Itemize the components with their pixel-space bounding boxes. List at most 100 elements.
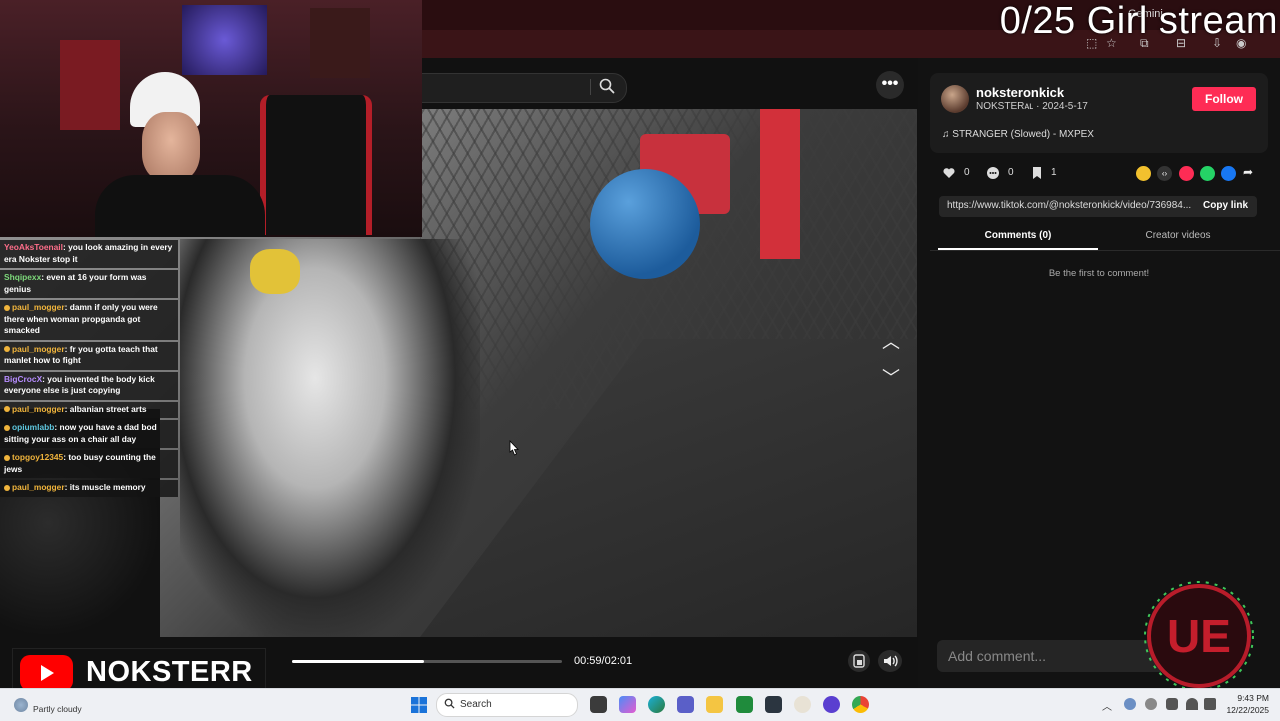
share-arrow-icon[interactable]: ➦ xyxy=(1243,165,1253,179)
taskbar-search-icon xyxy=(444,698,455,709)
chat-message: paul_mogger: fr you gotta teach that man… xyxy=(0,341,178,370)
save-count: 1 xyxy=(1051,167,1057,178)
chat-message: YeoAksToenail: you look amazing in every… xyxy=(0,240,178,268)
tray-app-icon[interactable] xyxy=(1124,698,1136,710)
chat-badge-icon xyxy=(4,484,10,491)
clock-time[interactable]: 9:43 PM xyxy=(1225,693,1269,703)
search-divider xyxy=(590,79,591,95)
xbox-icon[interactable] xyxy=(736,696,753,713)
chat-message: paul_mogger: albanian street arts xyxy=(0,401,178,418)
chat-username: Shqipexx xyxy=(4,272,42,282)
whatsapp-icon[interactable] xyxy=(1200,166,1215,181)
copy-link-button[interactable]: Copy link xyxy=(1203,200,1248,211)
chat-username: opiumlabb xyxy=(12,422,55,432)
search-icon[interactable] xyxy=(598,77,616,95)
teams-icon[interactable] xyxy=(677,696,694,713)
time-label: 00:59/02:01 xyxy=(574,655,633,667)
follow-button[interactable]: Follow xyxy=(1192,87,1256,111)
windows-start-icon[interactable] xyxy=(410,696,428,714)
comment-icon[interactable] xyxy=(986,166,1000,180)
weather-text[interactable]: Partly cloudy xyxy=(33,704,82,714)
chat-badge-icon xyxy=(4,424,10,431)
progress-fill xyxy=(292,660,425,663)
progress-bar[interactable] xyxy=(292,660,562,663)
chat-message: topgoy12345: too busy counting the jews xyxy=(0,450,178,478)
send-icon[interactable] xyxy=(1179,166,1194,181)
fighter-figure xyxy=(180,239,480,637)
chrome-icon[interactable] xyxy=(852,696,869,713)
chat-text: : its muscle memory xyxy=(64,482,146,492)
comment-count: 0 xyxy=(1008,167,1014,178)
app-icon[interactable] xyxy=(765,696,782,713)
facebook-icon[interactable] xyxy=(1221,166,1236,181)
chat-overlay: YeoAksToenail: you look amazing in every… xyxy=(0,240,185,499)
play-icon xyxy=(41,665,54,681)
like-count: 0 xyxy=(964,167,970,178)
more-options-button[interactable]: ••• xyxy=(876,71,904,99)
music-line[interactable]: ♫ STRANGER (Slowed) - MXPEX xyxy=(942,129,1094,140)
gaming-chair xyxy=(260,95,372,235)
pip-icon xyxy=(853,654,865,668)
webcam-overlay xyxy=(0,0,422,237)
edge-icon[interactable] xyxy=(648,696,665,713)
avatar[interactable] xyxy=(941,85,969,113)
wall-flag xyxy=(60,40,120,130)
chat-badge-icon xyxy=(4,454,10,461)
tray-overflow-icon[interactable]: ︿ xyxy=(1102,698,1114,713)
mouse-cursor-icon xyxy=(509,440,519,456)
chat-username: paul_mogger xyxy=(12,343,65,354)
volume-button[interactable] xyxy=(878,650,902,672)
chat-username: paul_mogger xyxy=(12,403,65,414)
comment-placeholder: Add comment... xyxy=(948,648,1047,664)
pip-button[interactable] xyxy=(848,650,870,672)
wall-poster-right xyxy=(310,8,370,78)
chat-username: paul_mogger xyxy=(12,302,65,312)
share-link-url[interactable]: https://www.tiktok.com/@noksteronkick/vi… xyxy=(947,200,1193,211)
chat-message: paul_mogger: damn if only you were there… xyxy=(0,300,178,340)
chat-message: paul_mogger: its muscle memory xyxy=(0,480,178,497)
tab-creator-videos[interactable]: Creator videos xyxy=(1098,230,1258,241)
chat-text: : albanian street arts xyxy=(64,403,147,414)
tab-comments[interactable]: Comments (0) xyxy=(938,230,1098,241)
chat-message: opiumlabb: now you have a dad bod sittin… xyxy=(0,420,178,448)
empty-comments-text: Be the first to comment! xyxy=(1048,268,1150,279)
tabs-divider xyxy=(930,250,1280,251)
file-explorer-icon[interactable] xyxy=(706,696,723,713)
heart-icon[interactable] xyxy=(942,166,956,180)
author-subtitle: NOKSTERᴀʟ · 2024-5-17 xyxy=(976,101,1088,112)
chat-message: BigCrocX: you invented the body kick eve… xyxy=(0,371,178,400)
obs-icon[interactable] xyxy=(823,696,840,713)
wall-poster xyxy=(182,5,267,75)
weather-icon[interactable] xyxy=(14,698,28,712)
chat-username: topgoy12345 xyxy=(12,452,64,462)
music-note-icon: ♫ xyxy=(942,129,953,140)
cage-pad xyxy=(760,109,800,259)
yellow-glove xyxy=(250,249,300,294)
coin-share-icon[interactable] xyxy=(1136,166,1151,181)
tray-onedrive-icon[interactable] xyxy=(1145,698,1157,710)
wifi-icon[interactable] xyxy=(1186,698,1198,710)
youtube-logo-icon xyxy=(20,655,73,691)
taskbar-search-label: Search xyxy=(460,699,492,710)
author-name[interactable]: noksteronkick xyxy=(976,85,1064,100)
speaker-icon xyxy=(884,655,898,667)
taskbar xyxy=(0,688,1280,721)
chat-badge-icon xyxy=(4,346,10,353)
stream-title-overlay: 0/25 Girl stream xyxy=(999,0,1278,42)
taskbar-search-box[interactable] xyxy=(436,693,578,717)
task-view-icon[interactable] xyxy=(590,696,607,713)
volume-tray-icon[interactable] xyxy=(1204,698,1216,710)
microphone-icon[interactable] xyxy=(1166,698,1178,710)
bookmark-icon[interactable] xyxy=(1030,166,1044,180)
embed-icon[interactable]: ‹› xyxy=(1157,166,1172,181)
chat-badge-icon xyxy=(4,406,10,413)
next-video-button[interactable]: ﹀ xyxy=(880,364,902,388)
paint-icon[interactable] xyxy=(794,696,811,713)
streamer-torso xyxy=(95,175,265,237)
exercise-ball xyxy=(590,169,700,279)
music-title: STRANGER (Slowed) - MXPEX xyxy=(952,129,1094,140)
clock-date[interactable]: 12/22/2025 xyxy=(1225,705,1269,715)
chat-username: paul_mogger xyxy=(12,482,65,492)
copilot-icon[interactable] xyxy=(619,696,636,713)
previous-video-button[interactable]: ︿ xyxy=(880,328,902,352)
